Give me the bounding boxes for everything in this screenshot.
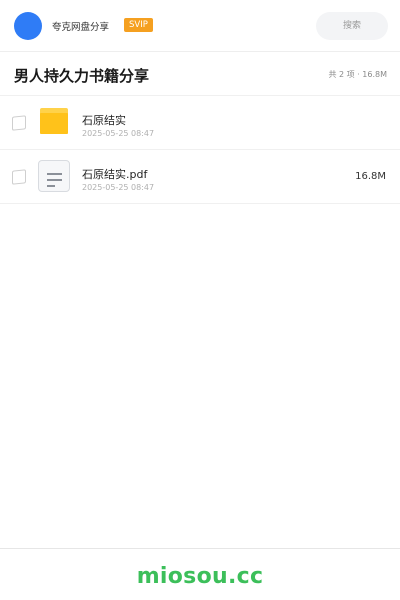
- file-date: 2025-05-25 08:47: [82, 183, 155, 192]
- row-checkbox[interactable]: [12, 169, 26, 185]
- folder-icon: [40, 108, 68, 134]
- row-checkbox[interactable]: [12, 115, 26, 131]
- document-icon: [38, 160, 70, 192]
- file-size: 16.8M: [355, 171, 386, 182]
- app-header: 夸克网盘分享 SVIP: [0, 0, 400, 52]
- share-title-bar: 男人持久力书籍分享 共 2 项 · 16.8M: [0, 52, 400, 96]
- file-name[interactable]: 石原结实.pdf: [82, 166, 147, 182]
- file-summary: 共 2 项 · 16.8M: [328, 70, 387, 79]
- footer-brand[interactable]: miosou.cc: [137, 564, 264, 589]
- file-name[interactable]: 石原结实: [82, 112, 126, 128]
- file-date: 2025-05-25 08:47: [82, 129, 155, 138]
- avatar[interactable]: [14, 12, 42, 40]
- page-title: 男人持久力书籍分享: [14, 67, 150, 85]
- file-row[interactable]: 石原结实 2025-05-25 08:47: [0, 96, 400, 150]
- svip-badge: SVIP: [124, 18, 153, 32]
- app-name: 夸克网盘分享: [52, 22, 110, 33]
- file-row[interactable]: 石原结实.pdf 2025-05-25 08:47 16.8M: [0, 150, 400, 204]
- search-input[interactable]: [316, 12, 388, 40]
- footer: miosou.cc: [0, 548, 400, 600]
